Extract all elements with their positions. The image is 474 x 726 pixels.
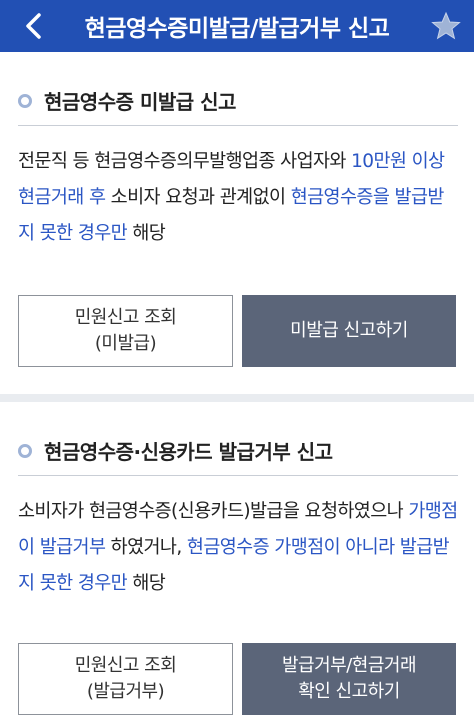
section-description: 소비자가 현금영수증(신용카드)발급을 요청하였으나 가맹점이 발급거부 하였거… [18, 494, 460, 602]
non-issuance-section: 현금영수증 미발급 신고 전문직 등 현금영수증의무발행업종 사업자와 10만원… [0, 52, 474, 394]
desc-text: 소비자가 현금영수증(신용카드)발급을 요청하였으나 [18, 501, 409, 522]
button-label: 미발급 신고하기 [290, 320, 408, 341]
section-header: 현금영수증 미발급 신고 [18, 76, 458, 126]
button-label: 발급거부/현금거래 확인 신고하기 [281, 653, 417, 705]
desc-text: 소비자 요청과 관계없이 [105, 187, 291, 208]
section-title: 현금영수증 미발급 신고 [44, 90, 236, 114]
button-label-line: (미발급) [94, 333, 157, 354]
bullet-ring-icon [18, 93, 32, 108]
button-label-line: 민원신고 조회 [74, 655, 177, 676]
button-label-line: 민원신고 조회 [74, 307, 177, 328]
back-button[interactable] [14, 6, 54, 46]
section-divider [0, 394, 474, 402]
button-label: 민원신고 조회 (미발급) [75, 305, 177, 357]
refusal-section: 현금영수증·신용카드 발급거부 신고 소비자가 현금영수증(신용카드)발급을 요… [0, 402, 474, 726]
section-description: 전문직 등 현금영수증의무발행업종 사업자와 10만원 이상 현금거래 후 소비… [18, 144, 460, 252]
section-header: 현금영수증·신용카드 발급거부 신고 [18, 426, 458, 476]
desc-text: 해당 [127, 223, 166, 244]
desc-text: 전문직 등 현금영수증의무발행업종 사업자와 [18, 151, 352, 172]
chevron-left-icon [26, 13, 41, 39]
bullet-ring-icon [18, 443, 32, 458]
lookup-complaint-button[interactable]: 민원신고 조회 (미발급) [18, 295, 233, 367]
lookup-complaint-button[interactable]: 민원신고 조회 (발급거부) [18, 643, 233, 715]
button-label-line: 확인 신고하기 [298, 681, 400, 702]
favorite-button[interactable] [428, 8, 464, 44]
desc-text: 해당 [127, 573, 166, 594]
report-non-issuance-button[interactable]: 미발급 신고하기 [242, 295, 456, 367]
app-header: 현금영수증미발급/발급거부 신고 [0, 0, 474, 52]
page-title: 현금영수증미발급/발급거부 신고 [84, 16, 390, 42]
button-label-line: (발급거부) [86, 681, 165, 702]
button-label: 민원신고 조회 (발급거부) [75, 653, 177, 705]
star-icon [431, 11, 461, 40]
section-title: 현금영수증·신용카드 발급거부 신고 [44, 440, 333, 464]
button-label-line: 발급거부/현금거래 [281, 655, 417, 676]
desc-text: 하였거나, [105, 537, 187, 558]
report-refusal-button[interactable]: 발급거부/현금거래 확인 신고하기 [242, 643, 456, 715]
